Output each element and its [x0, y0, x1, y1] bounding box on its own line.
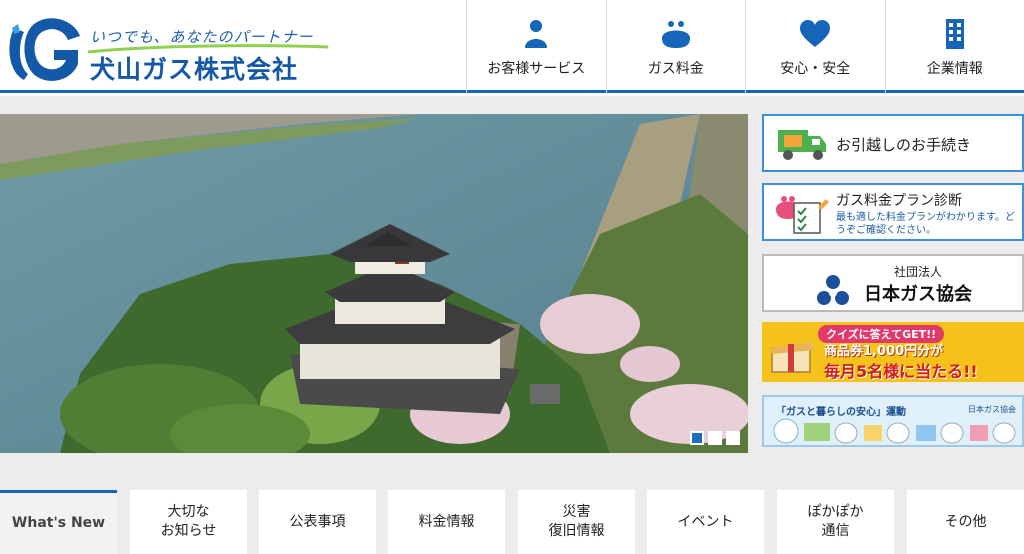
purse-icon — [661, 21, 690, 48]
banner-gas-association[interactable]: 社団法人 日本ガス協会 — [762, 254, 1024, 312]
banner-safety-campaign[interactable]: 「ガスと暮らしの安心」運動 日本ガス協会 — [762, 395, 1024, 447]
tab-public-disclosure[interactable]: 公表事項 — [259, 490, 376, 554]
banner-plan-title: ガス料金プラン診断 — [836, 193, 962, 209]
nav-label: 企業情報 — [926, 61, 983, 77]
quiz-winners-line: 毎月5名様に当たる!! — [824, 362, 978, 381]
association-prefix: 社団法人 — [893, 265, 942, 279]
site-logo[interactable]: いつでも、あなたのパートナー 犬山ガス株式会社 — [6, 8, 336, 86]
campaign-org: 日本ガス協会 — [968, 405, 1016, 414]
nav-customer-service[interactable]: お客様サービス — [466, 0, 606, 93]
banner-quiz-campaign[interactable]: クイズに答えてGET!! 商品券1,000円分が 毎月5名様に当たる!! — [762, 322, 1024, 382]
tab-whats-new[interactable]: What's New — [0, 490, 117, 554]
banner-moving-label: お引越しのお手続き — [836, 136, 972, 154]
heart-icon — [800, 20, 831, 47]
banner-moving[interactable]: お引越しのお手続き — [762, 114, 1024, 172]
quiz-prize-line: 商品券1,000円分が — [824, 344, 944, 359]
slide-dot-2[interactable] — [708, 431, 722, 445]
nav-label: お客様サービス — [487, 61, 586, 77]
nav-label: ガス料金 — [647, 61, 704, 77]
nav-safety[interactable]: 安心・安全 — [745, 0, 885, 93]
tab-disaster-recovery[interactable]: 災害 復旧情報 — [518, 490, 635, 554]
campaign-title: 「ガスと暮らしの安心」運動 — [776, 407, 906, 418]
tab-important-notices[interactable]: 大切な お知らせ — [130, 490, 247, 554]
main-nav: お客様サービス ガス料金 安心・安全 企業情報 — [466, 0, 1024, 93]
hero-slideshow[interactable] — [0, 114, 748, 453]
company-name: 犬山ガス株式会社 — [90, 55, 299, 84]
news-tabs: What's New 大切な お知らせ 公表事項 料金情報 災害 復旧情報 イベ… — [0, 490, 1024, 554]
building-icon — [945, 19, 964, 49]
tab-events[interactable]: イベント — [647, 490, 764, 554]
tab-other[interactable]: その他 — [907, 490, 1024, 554]
truck-icon — [778, 130, 826, 160]
nav-gas-rates[interactable]: ガス料金 — [605, 0, 746, 93]
banner-plan-subtitle: 最も適した料金プランがわかります。どうぞご確認ください。 — [836, 212, 1015, 236]
slide-indicators — [690, 431, 740, 445]
slide-dot-3[interactable] — [726, 431, 740, 445]
tab-rate-info[interactable]: 料金情報 — [388, 490, 505, 554]
hero-castle-photo — [0, 114, 748, 453]
gift-voucher-icon — [770, 342, 814, 373]
nav-label: 安心・安全 — [780, 61, 851, 77]
banner-plan-diagnosis[interactable]: ガス料金プラン診断 最も適した料金プランがわかります。どうぞご確認ください。 — [762, 183, 1024, 241]
logo-g-mark-icon — [9, 18, 80, 81]
site-header: いつでも、あなたのパートナー 犬山ガス株式会社 お客様サービス ガス料金 安心・… — [0, 0, 1024, 93]
nav-company-info[interactable]: 企業情報 — [884, 0, 1024, 93]
mascot-characters-icon — [773, 418, 1016, 444]
checklist-purse-icon — [776, 196, 829, 234]
association-name: 日本ガス協会 — [864, 284, 972, 305]
slide-dot-1[interactable] — [690, 431, 704, 445]
tab-pokapoka-newsletter[interactable]: ぽかぽか 通信 — [777, 490, 894, 554]
person-icon — [525, 20, 548, 48]
